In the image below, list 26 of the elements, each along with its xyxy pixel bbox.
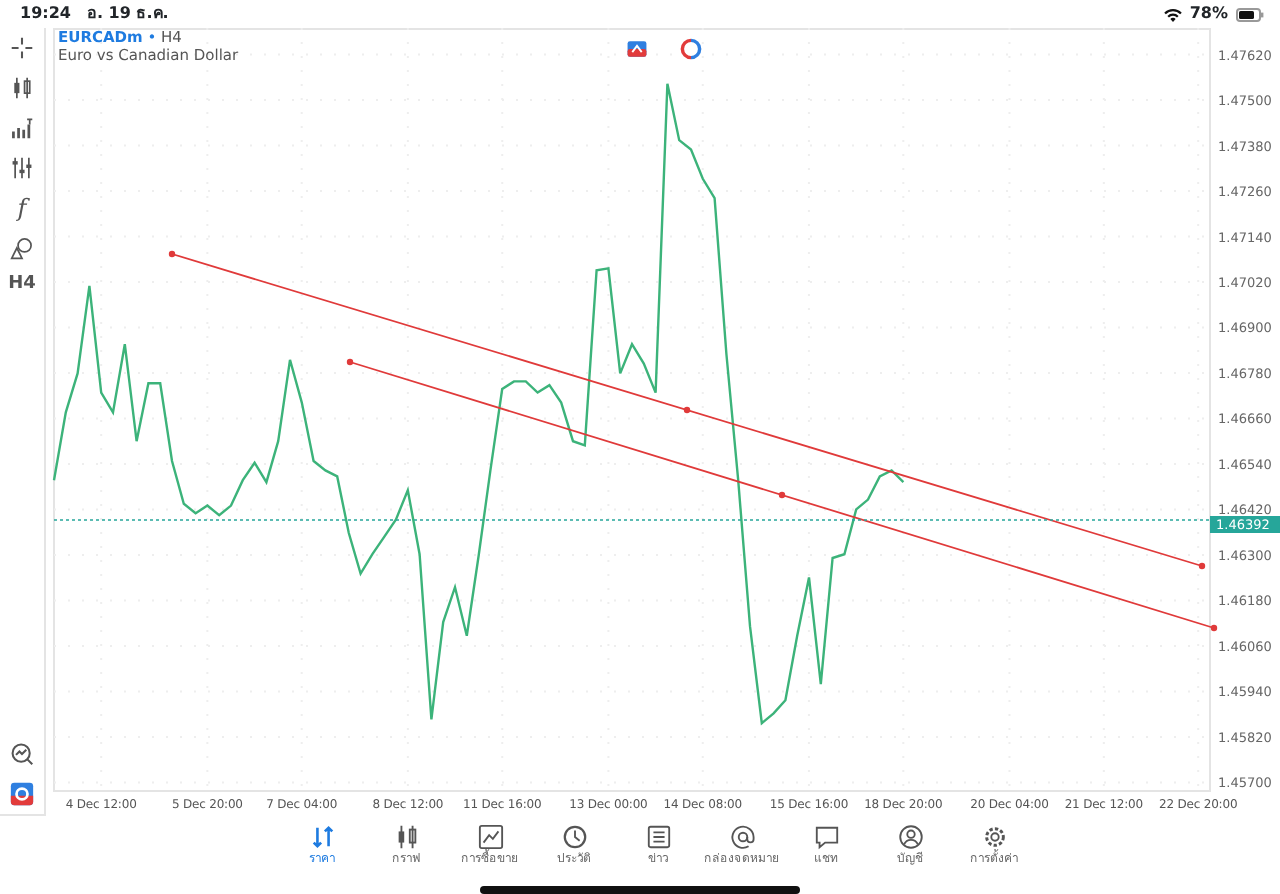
signal-icon[interactable]: [680, 38, 702, 60]
user-icon: [897, 824, 923, 850]
quotes-icon: [309, 824, 335, 850]
status-time: 19:24: [20, 2, 71, 26]
chat-icon: [813, 824, 839, 850]
wifi-icon: [1163, 7, 1182, 21]
sliders-icon[interactable]: [9, 156, 34, 180]
settings-icon: [981, 824, 1007, 850]
logo-icon[interactable]: [10, 782, 34, 806]
status-date: อ. 19 ธ.ค.: [86, 2, 169, 26]
trendline-drawing[interactable]: [346, 358, 1218, 632]
chart-search-icon[interactable]: [10, 742, 34, 766]
bar-chart-icon[interactable]: [9, 116, 34, 140]
newspaper-icon: [645, 824, 671, 850]
candlestick-icon: [393, 824, 419, 850]
battery-percent: 78%: [1189, 2, 1228, 26]
function-tool[interactable]: f: [17, 196, 27, 220]
timeframe-button[interactable]: H4: [8, 276, 36, 294]
line-chart-icon: [477, 824, 503, 850]
clock-icon: [561, 824, 587, 850]
battery-icon: [1236, 7, 1264, 21]
crosshair-icon[interactable]: [9, 36, 34, 60]
shapes-icon[interactable]: [9, 236, 34, 260]
trade-icon[interactable]: [626, 38, 648, 60]
at-sign-icon: [729, 824, 755, 850]
candlestick-icon[interactable]: [9, 76, 34, 100]
